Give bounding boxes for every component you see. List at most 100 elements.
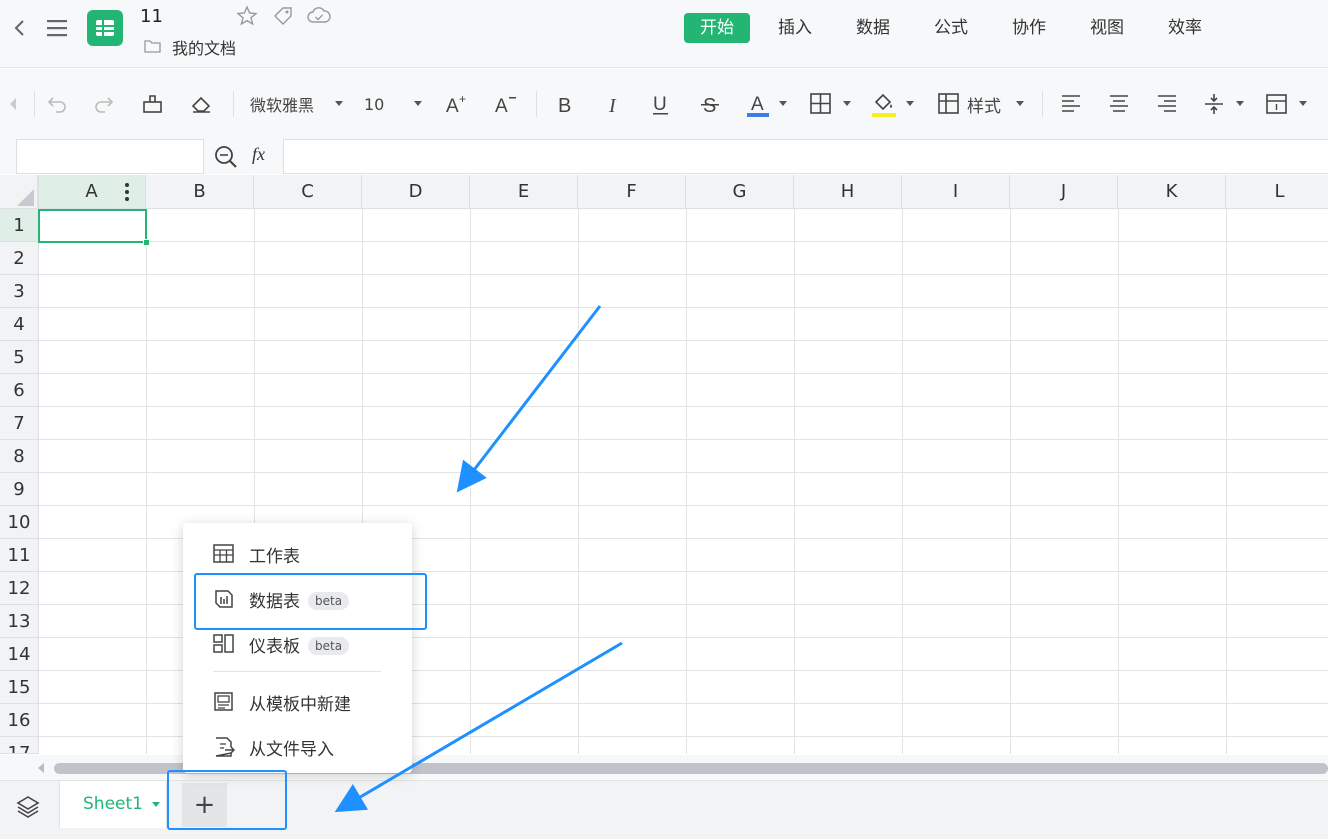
- increase-font-size-icon[interactable]: A +: [444, 92, 470, 116]
- chevron-down-icon[interactable]: [1016, 101, 1024, 106]
- font-family-select[interactable]: 微软雅黑: [250, 88, 326, 120]
- style-menu-label[interactable]: 样式: [967, 88, 1007, 120]
- toolbar-divider: [1042, 91, 1043, 117]
- hamburger-menu-icon[interactable]: [46, 18, 68, 38]
- chevron-down-icon[interactable]: [1299, 101, 1307, 106]
- row-header-13[interactable]: 13: [0, 605, 38, 638]
- fill-color-swatch: [872, 113, 896, 117]
- column-header-G[interactable]: G: [686, 175, 794, 209]
- grid-line: [38, 439, 1328, 440]
- row-header-8[interactable]: 8: [0, 440, 38, 473]
- chevron-down-icon[interactable]: [779, 101, 787, 106]
- tab-formula[interactable]: 公式: [923, 13, 979, 43]
- folder-name[interactable]: 我的文档: [172, 35, 236, 59]
- grid-line: [38, 373, 1328, 374]
- formula-input[interactable]: [283, 139, 1328, 174]
- dashboard-icon: [213, 634, 234, 653]
- cell-style-icon[interactable]: [937, 92, 961, 116]
- row-header-16[interactable]: 16: [0, 704, 38, 737]
- row-header-12[interactable]: 12: [0, 572, 38, 605]
- align-center-icon[interactable]: [1108, 93, 1130, 115]
- row-header-1[interactable]: 1: [0, 209, 38, 242]
- chevron-down-icon[interactable]: [335, 101, 343, 106]
- row-header-10[interactable]: 10: [0, 506, 38, 539]
- grid-line: [1118, 209, 1119, 754]
- chevron-down-icon[interactable]: [906, 101, 914, 106]
- strikethrough-icon[interactable]: S: [700, 92, 720, 116]
- row-header-7[interactable]: 7: [0, 407, 38, 440]
- tab-start[interactable]: 开始: [684, 13, 750, 43]
- grid-line: [1010, 209, 1011, 754]
- tab-insert[interactable]: 插入: [767, 13, 823, 43]
- menu-item-label: 从文件导入: [249, 740, 334, 760]
- menu-divider: [213, 671, 381, 672]
- tab-data[interactable]: 数据: [845, 13, 901, 43]
- chevron-down-icon[interactable]: [414, 101, 422, 106]
- zoom-search-icon[interactable]: [213, 144, 239, 170]
- app-logo: [87, 10, 123, 46]
- toolbar-scroll-left-icon[interactable]: [8, 96, 18, 112]
- row-header-9[interactable]: 9: [0, 473, 38, 506]
- row-header-6[interactable]: 6: [0, 374, 38, 407]
- row-header-2[interactable]: 2: [0, 242, 38, 275]
- undo-icon[interactable]: [46, 93, 68, 115]
- column-header-K[interactable]: K: [1118, 175, 1226, 209]
- back-icon[interactable]: [12, 18, 28, 38]
- border-icon[interactable]: [809, 92, 833, 116]
- merge-cells-icon[interactable]: [1265, 92, 1289, 116]
- tab-view[interactable]: 视图: [1079, 13, 1135, 43]
- add-sheet-menu: 工作表 数据表 beta 仪表板 beta 从模板中新建 从文件导入: [183, 523, 412, 773]
- scroll-left-icon[interactable]: [36, 762, 46, 774]
- sheet-tab-active[interactable]: Sheet1: [59, 781, 167, 828]
- fill-color-icon[interactable]: [871, 90, 897, 118]
- column-menu-icon[interactable]: [122, 181, 132, 203]
- format-painter-icon[interactable]: [141, 92, 165, 116]
- column-header-F[interactable]: F: [578, 175, 686, 209]
- eraser-icon[interactable]: [189, 92, 213, 116]
- column-header-H[interactable]: H: [794, 175, 902, 209]
- star-icon[interactable]: [236, 5, 258, 27]
- column-header-J[interactable]: J: [1010, 175, 1118, 209]
- row-header-4[interactable]: 4: [0, 308, 38, 341]
- row-header-3[interactable]: 3: [0, 275, 38, 308]
- row-header-5[interactable]: 5: [0, 341, 38, 374]
- underline-icon[interactable]: U: [651, 92, 671, 116]
- tag-icon[interactable]: [272, 5, 294, 27]
- select-all-corner[interactable]: [0, 175, 38, 209]
- chevron-down-icon[interactable]: [843, 101, 851, 106]
- column-header-D[interactable]: D: [362, 175, 470, 209]
- font-size-select[interactable]: 10: [364, 88, 394, 120]
- template-icon: [214, 692, 233, 711]
- cell-reference-box[interactable]: [16, 139, 204, 174]
- menu-item-from-template[interactable]: 从模板中新建: [183, 681, 412, 721]
- align-right-icon[interactable]: [1156, 93, 1178, 115]
- chevron-down-icon[interactable]: [152, 802, 160, 807]
- row-header-15[interactable]: 15: [0, 671, 38, 704]
- font-color-icon[interactable]: A: [746, 90, 770, 118]
- fill-handle[interactable]: [143, 239, 150, 246]
- selected-cell[interactable]: [38, 209, 147, 243]
- menu-item-import-file[interactable]: 从文件导入: [183, 726, 412, 766]
- row-header-17[interactable]: 17: [0, 737, 38, 754]
- align-left-icon[interactable]: [1060, 93, 1082, 115]
- tab-collaborate[interactable]: 协作: [1001, 13, 1057, 43]
- bold-icon[interactable]: B: [556, 92, 576, 116]
- row-header-11[interactable]: 11: [0, 539, 38, 572]
- decrease-font-size-icon[interactable]: A: [493, 92, 519, 116]
- italic-icon[interactable]: I: [606, 92, 624, 116]
- tab-efficiency[interactable]: 效率: [1157, 13, 1213, 43]
- column-header-L[interactable]: L: [1226, 175, 1328, 209]
- menu-item-worksheet[interactable]: 工作表: [183, 533, 412, 573]
- cloud-saved-icon[interactable]: [307, 5, 331, 27]
- layers-icon[interactable]: [15, 794, 41, 820]
- column-header-I[interactable]: I: [902, 175, 1010, 209]
- row-header-14[interactable]: 14: [0, 638, 38, 671]
- header-border: [0, 208, 1328, 209]
- column-header-B[interactable]: B: [146, 175, 254, 209]
- column-header-C[interactable]: C: [254, 175, 362, 209]
- vertical-align-icon[interactable]: [1203, 92, 1225, 116]
- column-header-E[interactable]: E: [470, 175, 578, 209]
- redo-icon[interactable]: [93, 93, 115, 115]
- chevron-down-icon[interactable]: [1236, 101, 1244, 106]
- document-title[interactable]: 11: [140, 6, 163, 27]
